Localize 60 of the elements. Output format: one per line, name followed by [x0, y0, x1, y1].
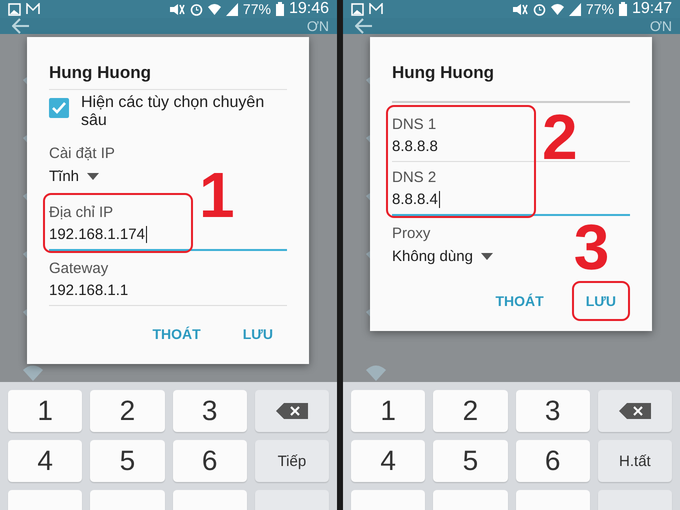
backspace-icon [618, 403, 651, 419]
field-label: Cài đặt IP [49, 145, 115, 162]
battery-icon [276, 2, 284, 16]
digit-key[interactable]: 2 [90, 390, 164, 432]
signal-icon [568, 2, 581, 16]
dropdown[interactable]: Tĩnh [49, 162, 100, 193]
back-arrow-icon [355, 18, 373, 34]
checkbox[interactable] [49, 98, 69, 118]
digit-key[interactable]: 1 [351, 390, 426, 432]
gallery-icon [351, 2, 364, 16]
dropdown[interactable]: Không dùng [392, 242, 493, 273]
digit-key[interactable]: 4 [351, 440, 426, 482]
digit-key[interactable]: 3 [172, 390, 247, 432]
digit-key[interactable]: 6 [516, 440, 590, 482]
back-arrow-icon [12, 18, 30, 34]
clock-time: 19:47 [632, 0, 672, 18]
checkbox-label: Hiện các tùy chọn chuyên sâu [81, 94, 266, 130]
input-field[interactable]: 192.168.1.174 [49, 221, 287, 251]
battery-icon [618, 2, 627, 16]
digit-key[interactable]: 1 [8, 390, 82, 432]
battery-percent: 77% [586, 1, 614, 17]
input-field[interactable]: 192.168.1.1 [49, 277, 287, 306]
digit-key[interactable]: 5 [90, 440, 164, 482]
signal-icon [226, 2, 238, 16]
mail-icon [26, 3, 40, 15]
dialog-title: Hung Huong [392, 63, 495, 83]
digit-key[interactable]: 2 [433, 390, 508, 432]
field-label: Proxy [392, 225, 430, 242]
digit-key[interactable]: 3 [516, 390, 590, 432]
mute-icon [168, 2, 185, 16]
alarm-icon [190, 2, 203, 16]
input-field[interactable]: 8.8.8.4 [392, 186, 630, 216]
digit-key[interactable]: 4 [8, 440, 82, 482]
digit-key[interactable]: 6 [172, 440, 247, 482]
gallery-icon [8, 2, 21, 16]
field-label: Gateway [49, 260, 108, 277]
battery-percent: 77% [242, 1, 271, 17]
digit-key[interactable]: 5 [433, 440, 508, 482]
action-key[interactable]: Tiếp [254, 440, 329, 482]
wifi-icon [365, 364, 387, 382]
action-key[interactable]: H.tất [598, 440, 672, 482]
dialog-title: Hung Huong [49, 63, 152, 83]
alarm-icon [532, 2, 546, 16]
backspace-icon [276, 403, 308, 419]
appbar-text: ƠN [306, 18, 329, 34]
field-label: DNS 2 [392, 169, 436, 186]
wifi-icon [208, 2, 221, 16]
mute-icon [512, 2, 528, 16]
wifi-icon [22, 364, 44, 382]
backspace-key[interactable] [598, 390, 672, 432]
appbar-text: ƠN [650, 18, 672, 34]
field-label: DNS 1 [392, 116, 436, 133]
caret-icon [480, 253, 493, 260]
mail-icon [369, 3, 383, 15]
backspace-key[interactable] [254, 390, 329, 432]
wifi-icon [550, 2, 564, 16]
step-number: 3 [574, 215, 610, 279]
field-label: Địa chỉ IP [49, 204, 114, 221]
clock-time: 19:46 [288, 0, 329, 18]
caret-icon [87, 173, 100, 180]
